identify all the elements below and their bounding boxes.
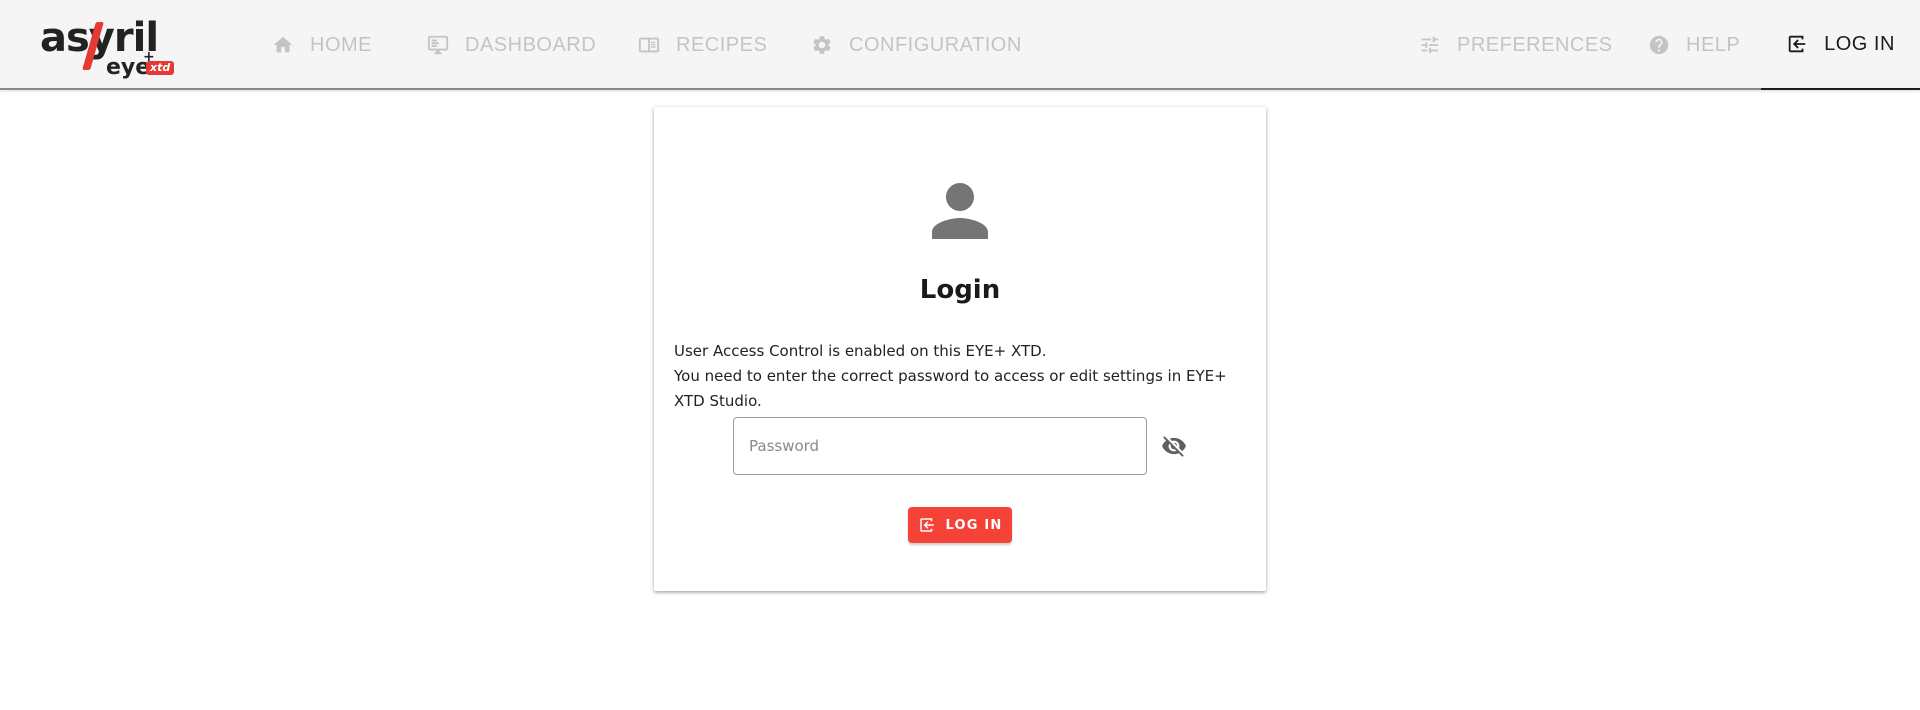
eye-off-icon — [1162, 436, 1186, 457]
login-card: Login User Access Control is enabled on … — [654, 107, 1266, 591]
top-navigation-bar: asyril eye + xtd HOME DASHBOARD RECIPES … — [0, 0, 1920, 90]
asyril-logo[interactable]: asyril eye + xtd — [40, 16, 180, 80]
nav-item-configuration[interactable]: CONFIGURATION — [811, 0, 1022, 90]
nav-item-preferences[interactable]: PREFERENCES — [1419, 0, 1613, 90]
access-control-description: User Access Control is enabled on this E… — [674, 339, 1254, 414]
login-arrow-icon — [919, 518, 934, 532]
home-icon — [273, 36, 293, 53]
login-arrow-icon — [1788, 35, 1806, 53]
password-input[interactable] — [734, 418, 1146, 474]
nav-item-help-label: HELP — [1686, 33, 1741, 56]
monitor-icon — [427, 35, 449, 55]
login-title: Login — [919, 275, 1001, 305]
description-line-1: User Access Control is enabled on this E… — [674, 342, 1047, 360]
nav-item-dashboard-label: DASHBOARD — [465, 33, 597, 56]
help-circle-icon — [1649, 35, 1669, 55]
password-field-wrapper — [733, 417, 1147, 475]
logo-edition-badge: xtd — [146, 61, 175, 75]
nav-item-recipes[interactable]: RECIPES — [638, 0, 767, 90]
nav-item-home-label: HOME — [310, 33, 372, 56]
nav-item-login-label: LOG IN — [1824, 32, 1895, 55]
description-line-2: You need to enter the correct password t… — [674, 367, 1227, 410]
nav-item-login[interactable]: LOG IN — [1761, 0, 1920, 90]
user-avatar — [918, 169, 1002, 253]
sliders-icon — [1421, 36, 1439, 54]
nav-item-recipes-label: RECIPES — [676, 33, 768, 56]
nav-item-configuration-label: CONFIGURATION — [849, 33, 1022, 56]
user-icon — [932, 183, 988, 239]
login-button-label: LOG IN — [945, 517, 1003, 533]
nav-item-preferences-label: PREFERENCES — [1457, 33, 1613, 56]
recipe-book-icon — [638, 37, 660, 53]
nav-item-help[interactable]: HELP — [1648, 0, 1740, 90]
nav-item-home[interactable]: HOME — [272, 0, 372, 90]
toggle-password-visibility-button[interactable] — [1161, 433, 1187, 459]
login-button[interactable]: LOG IN — [908, 507, 1012, 543]
nav-item-dashboard[interactable]: DASHBOARD — [427, 0, 596, 90]
gear-icon — [813, 36, 831, 54]
